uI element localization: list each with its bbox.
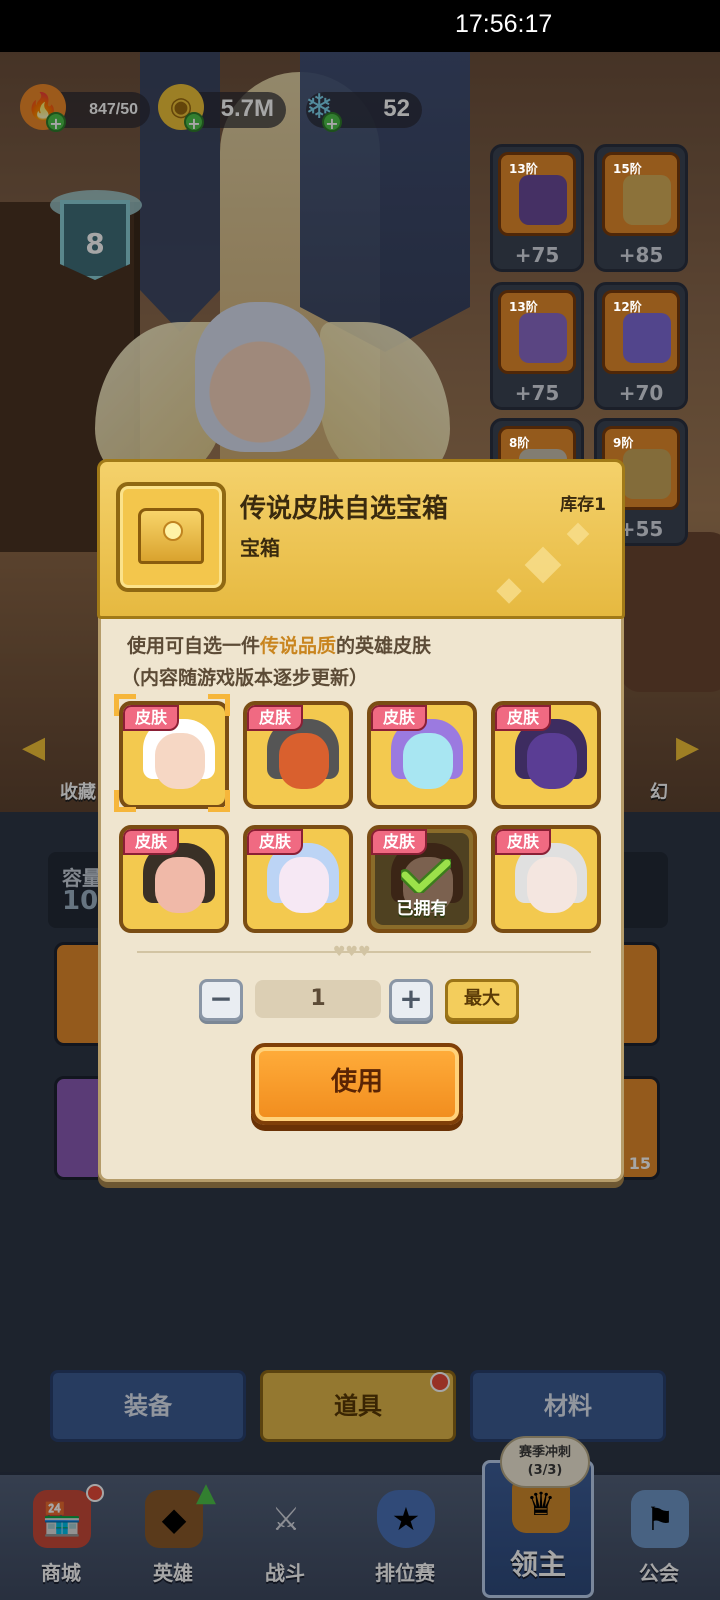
skin-face — [279, 857, 329, 913]
item-type: 宝箱 — [240, 536, 280, 560]
chest-detail-modal: 传说皮肤自选宝箱 宝箱 库存1 使用可自选一件传说品质的英雄皮肤 （内容随游戏版… — [97, 459, 625, 1182]
heart-divider-icon: ♥♥♥ — [333, 944, 371, 960]
owned-label: 已拥有 — [396, 899, 448, 919]
treasure-chest-icon — [138, 508, 204, 564]
skin-face — [279, 733, 329, 789]
item-description-note: （内容随游戏版本逐步更新） — [121, 667, 369, 689]
desc-suffix: 的英雄皮肤 — [336, 635, 432, 657]
skin-tag: 皮肤 — [123, 829, 179, 855]
item-title: 传说皮肤自选宝箱 — [240, 494, 449, 524]
tier-label: 15阶 — [613, 162, 642, 176]
tier-label: 13阶 — [509, 300, 538, 314]
skin-face — [527, 857, 577, 913]
tier-label: 12阶 — [613, 300, 642, 314]
skin-option[interactable]: 皮肤 — [491, 701, 601, 809]
skin-tag: 皮肤 — [495, 829, 551, 855]
chest-item-frame — [116, 482, 226, 592]
skin-option[interactable]: 皮肤已拥有 — [367, 825, 477, 933]
clock: 17:56:17 — [455, 10, 553, 38]
tier-label: 13阶 — [509, 162, 538, 176]
skin-tag: 皮肤 — [247, 829, 303, 855]
quantity-field[interactable]: 1 — [255, 980, 381, 1018]
tier-label: 8阶 — [509, 436, 530, 450]
skin-tag: 皮肤 — [495, 705, 551, 731]
skin-option[interactable]: 皮肤 — [243, 825, 353, 933]
skin-tag: 皮肤 — [371, 705, 427, 731]
status-bar: 17:56:17 — [0, 0, 720, 52]
modal-header: 传说皮肤自选宝箱 宝箱 库存1 — [97, 459, 625, 619]
stock-count: 库存1 — [560, 495, 606, 515]
skin-tag: 皮肤 — [247, 705, 303, 731]
skin-option[interactable]: 皮肤 — [491, 825, 601, 933]
diamond-decoration — [524, 546, 562, 584]
item-description: 使用可自选一件传说品质的英雄皮肤 — [127, 631, 431, 658]
skin-option[interactable]: 皮肤 — [367, 701, 477, 809]
diamond-decoration — [496, 578, 522, 604]
diamond-decoration — [566, 522, 590, 546]
skin-face — [155, 733, 205, 789]
tier-label: 9阶 — [613, 436, 634, 450]
skin-face — [155, 857, 205, 913]
decrease-quantity-button[interactable]: − — [199, 979, 243, 1021]
desc-highlight: 传说品质 — [260, 635, 337, 657]
skin-tag: 皮肤 — [123, 705, 179, 731]
skin-face — [527, 733, 577, 789]
use-button[interactable]: 使用 — [251, 1043, 463, 1125]
desc-prefix: 使用可自选一件 — [127, 635, 261, 657]
increase-quantity-button[interactable]: + — [389, 979, 433, 1021]
skin-option[interactable]: 皮肤 — [243, 701, 353, 809]
skin-option[interactable]: 皮肤 — [119, 701, 229, 809]
skin-option[interactable]: 皮肤 — [119, 825, 229, 933]
skin-face — [403, 733, 453, 789]
max-quantity-button[interactable]: 最大 — [445, 979, 519, 1021]
skin-tag: 皮肤 — [371, 829, 427, 855]
check-icon — [401, 859, 451, 893]
